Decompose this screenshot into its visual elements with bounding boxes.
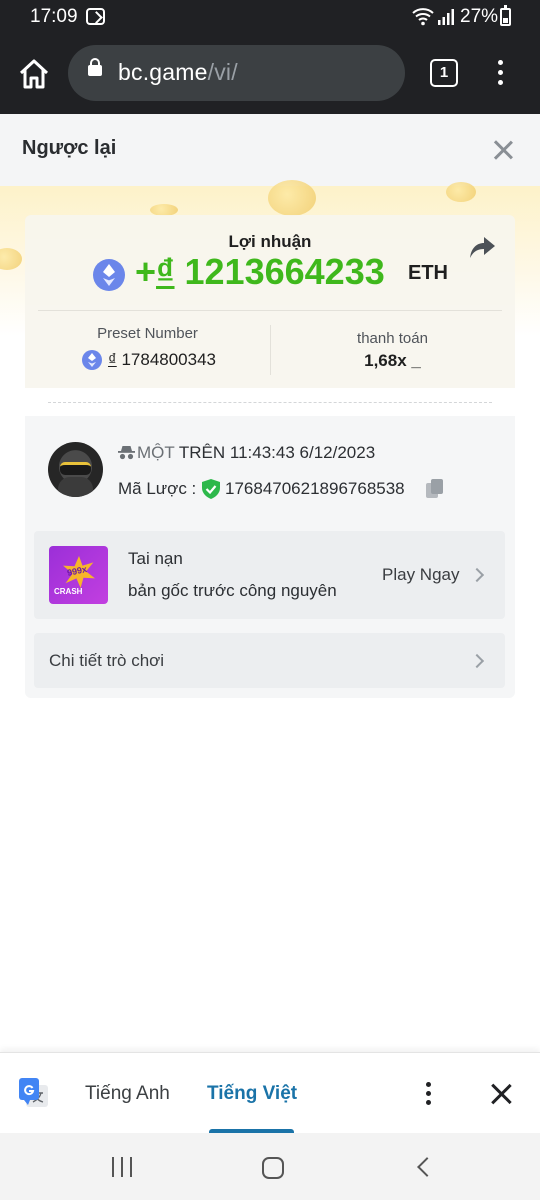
ticket-notch [493,390,517,414]
battery-icon [500,5,511,26]
screen-record-icon [86,8,105,25]
system-nav-bar [0,1133,540,1200]
translate-close-icon[interactable] [490,1083,512,1105]
browser-menu-icon[interactable] [492,58,508,90]
url-path: /vi/ [207,59,238,85]
bet-time: TRÊN 11:43:43 6/12/2023 [178,443,376,462]
payout-value: 1,68x _ [364,351,421,370]
back-nav-icon[interactable] [417,1157,437,1177]
home-icon[interactable] [16,56,52,92]
profit-label: Lợi nhuận [228,232,312,251]
copy-icon[interactable] [425,478,445,499]
browser-toolbar: bc.game/vi/ 1 [0,34,540,114]
preset-symbol: ₫ [108,350,117,369]
verified-shield-icon [202,479,220,499]
result-card: Lợi nhuận +₫ 1213664233 ETH Preset Numbe… [25,215,515,388]
google-translate-icon [19,1078,48,1107]
profit-symbol: ₫ [156,251,175,292]
eth-coin-icon [82,350,102,370]
divider [38,310,502,311]
recents-icon[interactable] [112,1157,134,1177]
lock-icon [88,58,102,76]
incognito-icon [118,446,135,460]
tab-switcher-button[interactable]: 1 [430,59,458,87]
profit-currency: ETH [408,262,448,284]
language-source-tab[interactable]: Tiếng Anh [85,1083,170,1105]
perforation-line [48,402,492,403]
preset-number-value: ₫ 1784800343 [108,350,216,370]
battery-percent: 27% [460,6,499,27]
address-bar[interactable]: bc.game/vi/ [68,45,405,101]
game-thumbnail[interactable]: 999x CRASH [49,546,108,604]
hash-value: 1768470621896768538 [225,479,405,498]
share-icon[interactable] [469,235,497,261]
profit-value: 1213664233 [174,251,385,292]
bet-user-line: MỘT TRÊN 11:43:43 6/12/2023 [137,443,375,463]
translate-menu-icon[interactable] [424,1081,432,1107]
eth-coin-icon [93,259,125,291]
game-subtitle: bản gốc trước công nguyên [128,581,337,600]
preset-value: 1784800343 [116,350,217,369]
profit-amount: +₫ 1213664233 [135,251,385,293]
preset-number-label: Preset Number [97,325,198,342]
play-now-button[interactable]: Play Ngay [382,565,459,585]
back-title[interactable]: Ngược lại [22,137,116,160]
url-domain: bc.game [118,59,208,85]
thumb-tag: CRASH [54,587,83,596]
profit-sign: + [135,251,157,292]
ticket-notch [13,390,37,414]
game-details-label: Chi tiết trò chơi [49,651,165,670]
coin-decoration [0,248,22,270]
user-name: MỘT [137,443,175,462]
translate-bar: Tiếng Anh Tiếng Việt [0,1052,540,1134]
avatar[interactable] [48,442,103,497]
chevron-right-icon [469,567,485,583]
wifi-icon [412,8,434,26]
game-name: Tai nạn [128,549,183,568]
coin-decoration [446,182,476,202]
status-bar: 17:09 27% [0,0,540,34]
close-icon[interactable] [492,139,514,161]
chevron-right-icon [469,653,485,669]
url-text[interactable]: bc.game/vi/ [118,59,238,86]
signal-icon [438,9,454,25]
hash-label: Mã Lược : [118,479,197,498]
home-nav-icon[interactable] [262,1157,284,1179]
status-time: 17:09 [30,6,78,27]
language-target-tab[interactable]: Tiếng Việt [207,1083,297,1105]
page-header: Ngược lại [0,114,540,186]
payout-label: thanh toán [357,330,428,347]
game-details-row[interactable]: Chi tiết trò chơi [34,633,505,688]
coin-decoration [268,180,316,216]
game-link-row[interactable]: 999x CRASH Tai nạn bản gốc trước công ng… [34,531,505,619]
